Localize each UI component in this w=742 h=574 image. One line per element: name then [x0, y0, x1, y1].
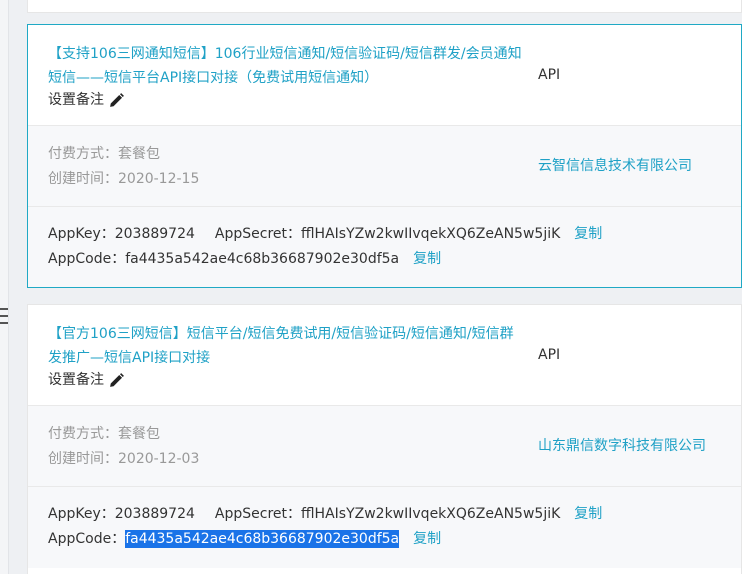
created-value: 2020-12-03 [118, 451, 200, 467]
product-type-label: API [538, 347, 561, 363]
payment-value: 套餐包 [118, 146, 160, 162]
card-credentials: AppKey：203889724 AppSecret：fflHAIsYZw2kwI… [28, 487, 741, 568]
copy-secret-button[interactable]: 复制 [574, 226, 602, 242]
pencil-icon [110, 372, 124, 387]
payment-method: 付费方式：套餐包 [48, 144, 160, 164]
appcode-value[interactable]: fa4435a542ae4c68b36687902e30df5a [125, 251, 399, 267]
payment-value: 套餐包 [118, 426, 160, 442]
created-time: 创建时间：2020-12-03 [48, 449, 199, 469]
appsecret-value[interactable]: fflHAIsYZw2kwIIvqekXQ6ZeAN5w5jiK [301, 226, 560, 242]
left-sidebar-edge [0, 0, 9, 574]
appcode-row: AppCode：fa4435a542ae4c68b36687902e30df5a… [48, 529, 441, 549]
api-product-card: 【官方106三网短信】短信平台/短信免费试用/短信验证码/短信通知/短信群发推广… [27, 304, 742, 574]
appkey-value[interactable]: 203889724 [115, 506, 195, 522]
set-remark-button[interactable]: 设置备注 [48, 89, 125, 111]
remark-label: 设置备注 [48, 372, 104, 388]
copy-secret-button[interactable]: 复制 [574, 506, 602, 522]
product-title-link[interactable]: 【官方106三网短信】短信平台/短信免费试用/短信验证码/短信通知/短信群发推广… [48, 322, 523, 370]
appcode-label: AppCode： [48, 251, 126, 267]
appcode-row: AppCode：fa4435a542ae4c68b36687902e30df5a… [48, 249, 441, 269]
appsecret-label: AppSecret： [214, 506, 302, 522]
set-remark-button[interactable]: 设置备注 [48, 369, 125, 391]
created-time: 创建时间：2020-12-15 [48, 169, 199, 189]
card-header: 【支持106三网通知短信】106行业短信通知/短信验证码/短信群发/会员通知短信… [28, 25, 741, 126]
provider-company-link[interactable]: 山东鼎信数字科技有限公司 [538, 436, 706, 456]
card-meta: 付费方式：套餐包 创建时间：2020-12-15 云智信信息技术有限公司 [28, 126, 741, 207]
payment-label: 付费方式： [48, 146, 118, 162]
appkey-label: AppKey： [48, 226, 115, 242]
appsecret-value[interactable]: fflHAIsYZw2kwIIvqekXQ6ZeAN5w5jiK [301, 506, 560, 522]
copy-appcode-button[interactable]: 复制 [413, 531, 441, 547]
api-product-card: 【支持106三网通知短信】106行业短信通知/短信验证码/短信群发/会员通知短信… [27, 24, 742, 288]
product-title-link[interactable]: 【支持106三网通知短信】106行业短信通知/短信验证码/短信群发/会员通知短信… [48, 42, 523, 90]
copy-appcode-button[interactable]: 复制 [413, 251, 441, 267]
provider-company-link[interactable]: 云智信信息技术有限公司 [538, 156, 692, 176]
created-value: 2020-12-15 [118, 171, 200, 187]
appcode-value-selected[interactable]: fa4435a542ae4c68b36687902e30df5a [125, 530, 400, 548]
appkey-value[interactable]: 203889724 [115, 226, 195, 242]
appsecret-label: AppSecret： [214, 226, 302, 242]
created-label: 创建时间： [48, 171, 118, 187]
payment-method: 付费方式：套餐包 [48, 424, 160, 444]
product-type-label: API [538, 67, 561, 83]
appcode-label: AppCode： [48, 531, 126, 547]
previous-card-bottom [27, 0, 742, 13]
hamburger-icon[interactable] [0, 308, 8, 324]
card-header: 【官方106三网短信】短信平台/短信免费试用/短信验证码/短信通知/短信群发推广… [28, 305, 741, 406]
appkey-label: AppKey： [48, 506, 115, 522]
pencil-icon [110, 92, 124, 107]
card-credentials: AppKey：203889724 AppSecret：fflHAIsYZw2kwI… [28, 207, 741, 287]
created-label: 创建时间： [48, 451, 118, 467]
appkey-secret-row: AppKey：203889724 AppSecret：fflHAIsYZw2kwI… [48, 224, 602, 244]
remark-label: 设置备注 [48, 92, 104, 108]
payment-label: 付费方式： [48, 426, 118, 442]
appkey-secret-row: AppKey：203889724 AppSecret：fflHAIsYZw2kwI… [48, 504, 602, 524]
card-meta: 付费方式：套餐包 创建时间：2020-12-03 山东鼎信数字科技有限公司 [28, 406, 741, 487]
